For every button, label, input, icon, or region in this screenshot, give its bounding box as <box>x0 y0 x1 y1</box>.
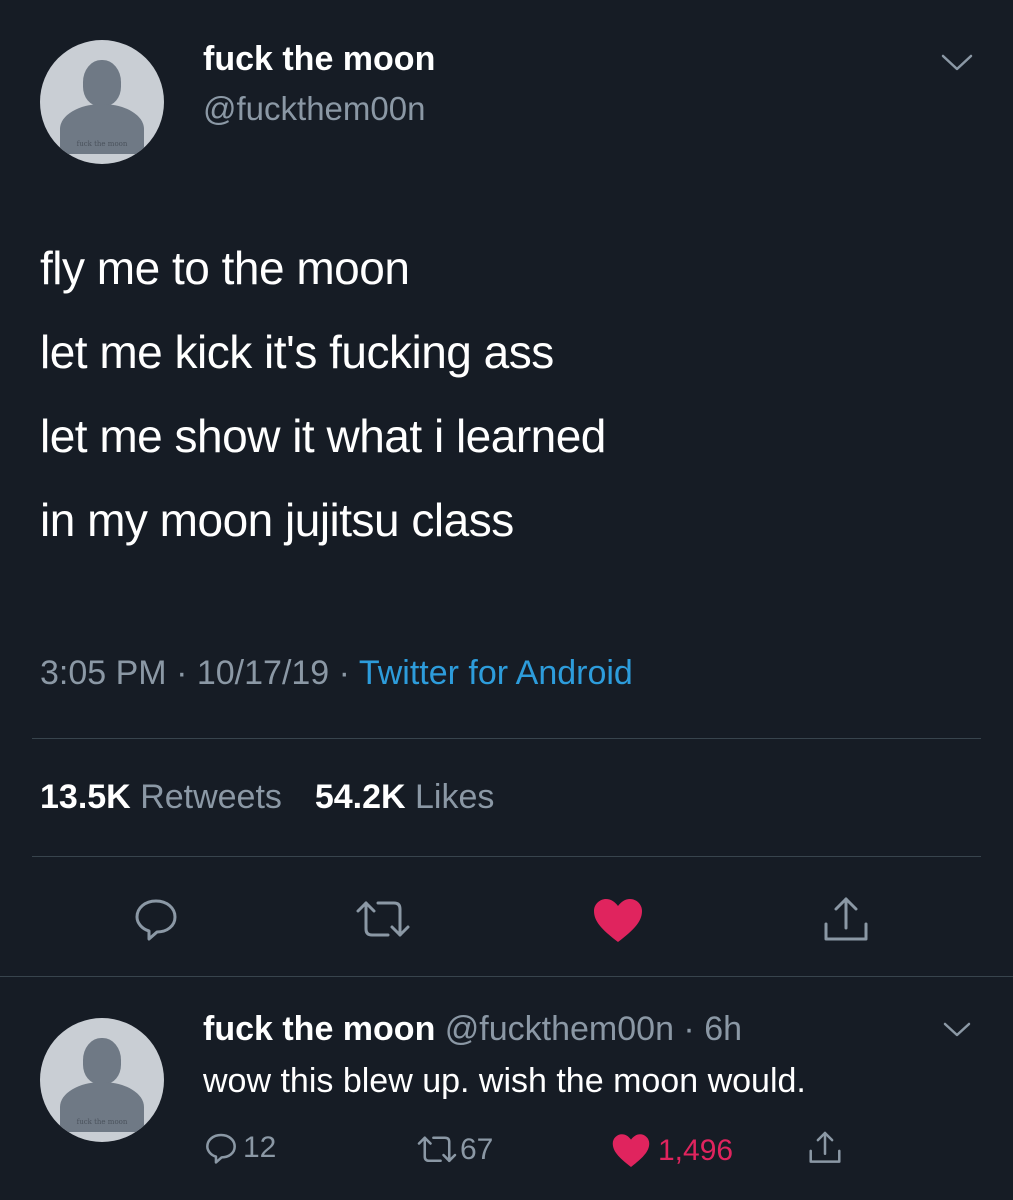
separator-dot: · <box>176 654 197 692</box>
reply-count: 12 <box>243 1131 277 1164</box>
author-display-name[interactable]: fuck the moon <box>203 40 435 79</box>
retweet-icon <box>414 1132 460 1168</box>
reply-retweet-action[interactable]: 67 <box>414 1132 493 1168</box>
likes-label: Likes <box>415 778 495 816</box>
avatar-caption: fuck the moon <box>76 140 128 148</box>
retweets-label: Retweets <box>140 778 282 816</box>
reply-author-display-name[interactable]: fuck the moon <box>203 1010 435 1048</box>
reply-reply-action[interactable]: 12 <box>203 1130 276 1166</box>
tweet-line: in my moon jujitsu class <box>40 494 514 546</box>
likes-count: 54.2K <box>314 778 406 816</box>
reply-icon <box>203 1130 239 1166</box>
author-handle[interactable]: @fuckthem00n <box>203 90 425 128</box>
divider <box>32 856 981 857</box>
like-icon-filled <box>610 1132 652 1170</box>
share-icon[interactable] <box>805 1128 845 1168</box>
retweets-stat[interactable]: 13.5K Retweets <box>40 778 291 816</box>
tweet-stats: 13.5K Retweets 54.2K Likes <box>40 778 494 817</box>
tweet-line: let me kick it's fucking ass <box>40 326 554 378</box>
separator-dot: · <box>338 654 359 692</box>
share-icon[interactable] <box>818 894 874 946</box>
separator-dot: · <box>673 1010 705 1048</box>
reply-author-handle[interactable]: @fuckthem00n <box>445 1010 674 1048</box>
tweet-line: let me show it what i learned <box>40 410 606 462</box>
retweet-count: 67 <box>460 1133 494 1166</box>
tweet-time[interactable]: 3:05 PM <box>40 654 167 692</box>
chevron-down-icon[interactable] <box>940 52 974 74</box>
avatar-caption: fuck the moon <box>76 1118 128 1126</box>
tweet-meta: 3:05 PM · 10/17/19 · Twitter for Android <box>40 654 633 693</box>
chevron-down-icon[interactable] <box>942 1020 972 1040</box>
tweet-line: fly me to the moon <box>40 242 410 294</box>
reply-age[interactable]: 6h <box>704 1010 742 1048</box>
tweet-text: fly me to the moon let me kick it's fuck… <box>40 226 606 562</box>
tweet-date[interactable]: 10/17/19 <box>197 654 329 692</box>
like-count: 1,496 <box>658 1134 734 1167</box>
like-icon-filled[interactable] <box>591 896 645 946</box>
reply-author-avatar[interactable]: fuck the moon <box>40 1018 164 1142</box>
retweet-icon[interactable] <box>352 895 414 945</box>
likes-stat[interactable]: 54.2K Likes <box>315 778 495 816</box>
divider <box>32 738 981 739</box>
reply-text: wow this blew up. wish the moon would. <box>203 1062 806 1100</box>
author-avatar[interactable]: fuck the moon <box>40 40 164 164</box>
reply-icon[interactable] <box>131 894 181 944</box>
reply-like-action[interactable]: 1,496 <box>610 1132 733 1170</box>
divider <box>0 976 1013 977</box>
retweets-count: 13.5K <box>40 778 131 816</box>
tweet-source-link[interactable]: Twitter for Android <box>359 654 633 692</box>
reply-header: fuck the moon @fuckthem00n · 6h <box>203 1010 742 1049</box>
